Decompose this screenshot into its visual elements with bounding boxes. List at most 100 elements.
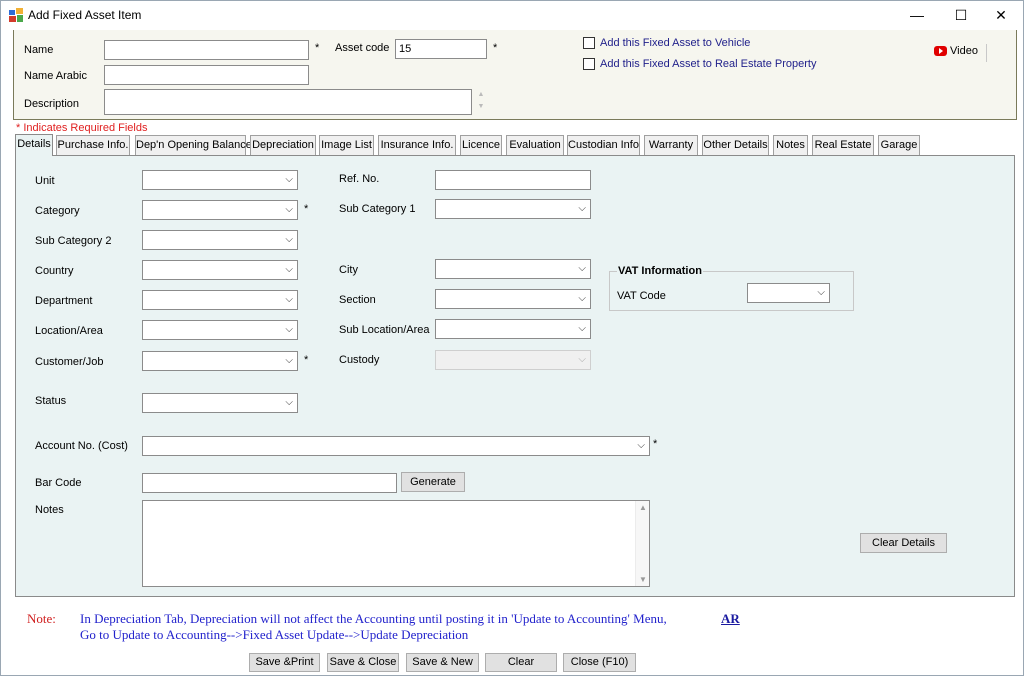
required-star: * <box>304 354 309 366</box>
generate-button[interactable]: Generate <box>401 472 465 492</box>
close-button[interactable]: Close (F10) <box>563 653 636 672</box>
add-to-real-estate-label[interactable]: Add this Fixed Asset to Real Estate Prop… <box>600 58 816 70</box>
section-label: Section <box>339 294 376 306</box>
tab-garage[interactable]: Garage <box>878 135 920 155</box>
name-arabic-field[interactable] <box>104 65 309 85</box>
tab-notes[interactable]: Notes <box>773 135 808 155</box>
account-no-cost-label: Account No. (Cost) <box>35 440 128 452</box>
notes-textarea[interactable]: ▲ ▼ <box>142 500 650 587</box>
chevron-down-icon: ⌵ <box>817 287 825 298</box>
unit-dropdown[interactable]: ⌵ <box>142 170 298 190</box>
category-label: Category <box>35 205 80 217</box>
custody-label: Custody <box>339 354 380 366</box>
chevron-down-icon: ⌵ <box>578 323 586 334</box>
note-line-2: Go to Update to Accounting-->Fixed Asset… <box>80 627 469 642</box>
tab-depn-opening-balance[interactable]: Dep'n Opening Balance <box>135 135 252 155</box>
notes-scrollbar[interactable]: ▲ ▼ <box>635 501 649 586</box>
chevron-down-icon: ⌵ <box>285 234 293 245</box>
chevron-down-icon: ⌵ <box>285 324 293 335</box>
divider <box>986 44 987 62</box>
real-estate-checkbox[interactable] <box>583 58 595 70</box>
custody-dropdown: ⌵ <box>435 350 591 370</box>
tab-other-details[interactable]: Other Details <box>702 135 769 155</box>
customer-job-label: Customer/Job <box>35 356 104 368</box>
window-title: Add Fixed Asset Item <box>28 8 142 22</box>
chevron-down-icon: ⌵ <box>578 203 586 214</box>
clear-details-button[interactable]: Clear Details <box>860 533 947 553</box>
note-line-1: In Depreciation Tab, Depreciation will n… <box>80 611 667 626</box>
app-icon <box>9 8 23 22</box>
country-dropdown[interactable]: ⌵ <box>142 260 298 280</box>
department-label: Department <box>35 295 93 307</box>
save-print-button[interactable]: Save &Print <box>249 653 320 672</box>
vat-code-dropdown[interactable]: ⌵ <box>747 283 830 303</box>
account-no-cost-dropdown[interactable]: ⌵ <box>142 436 650 456</box>
name-field[interactable] <box>104 40 309 60</box>
tab-real-estate[interactable]: Real Estate <box>812 135 874 155</box>
asset-code-label: Asset code <box>335 42 390 54</box>
save-close-button[interactable]: Save & Close <box>327 653 399 672</box>
chevron-down-icon: ⌵ <box>285 204 293 215</box>
tab-custodian-info[interactable]: Custodian Info <box>567 135 640 155</box>
tab-purchase-info[interactable]: Purchase Info. <box>56 135 130 155</box>
note-label: Note: <box>27 611 56 626</box>
sub-location-area-dropdown[interactable]: ⌵ <box>435 319 591 339</box>
ref-no-field[interactable] <box>435 170 591 190</box>
tab-evaluation[interactable]: Evaluation <box>506 135 564 155</box>
chevron-down-icon: ⌵ <box>285 174 293 185</box>
customer-job-dropdown[interactable]: ⌵ <box>142 351 298 371</box>
required-star: * <box>304 203 309 215</box>
close-window-button[interactable]: ✕ <box>978 0 1024 30</box>
chevron-down-icon: ⌵ <box>637 440 645 451</box>
tab-depreciation[interactable]: Depreciation <box>250 135 316 155</box>
location-area-dropdown[interactable]: ⌵ <box>142 320 298 340</box>
country-label: Country <box>35 265 74 277</box>
tab-details[interactable]: Details <box>15 134 53 156</box>
tab-warranty[interactable]: Warranty <box>644 135 698 155</box>
ar-language-link[interactable]: AR <box>721 611 740 627</box>
name-arabic-label: Name Arabic <box>24 70 87 82</box>
required-fields-note: * Indicates Required Fields <box>16 122 148 134</box>
vat-code-label: VAT Code <box>617 290 666 302</box>
description-scroll[interactable]: ▲ ▼ <box>475 89 487 115</box>
youtube-icon[interactable] <box>934 46 947 56</box>
video-link[interactable]: Video <box>950 45 978 57</box>
department-dropdown[interactable]: ⌵ <box>142 290 298 310</box>
name-label: Name <box>24 44 54 56</box>
bar-code-label: Bar Code <box>35 477 82 489</box>
section-dropdown[interactable]: ⌵ <box>435 289 591 309</box>
chevron-down-icon: ⌵ <box>285 294 293 305</box>
chevron-down-icon: ⌵ <box>285 397 293 408</box>
chevron-down-icon: ⌵ <box>285 355 293 366</box>
vehicle-checkbox[interactable] <box>583 37 595 49</box>
tab-insurance-info[interactable]: Insurance Info. <box>378 135 456 155</box>
notes-label: Notes <box>35 504 64 516</box>
status-dropdown[interactable]: ⌵ <box>142 393 298 413</box>
bar-code-field[interactable] <box>142 473 397 493</box>
description-field[interactable] <box>104 89 472 115</box>
sub-location-area-label: Sub Location/Area <box>339 324 430 336</box>
ref-no-label: Ref. No. <box>339 173 380 185</box>
sub-category-2-dropdown[interactable]: ⌵ <box>142 230 298 250</box>
title-bar <box>0 0 1024 30</box>
chevron-down-icon: ⌵ <box>578 263 586 274</box>
location-area-label: Location/Area <box>35 325 103 337</box>
city-dropdown[interactable]: ⌵ <box>435 259 591 279</box>
tab-image-list[interactable]: Image List <box>319 135 374 155</box>
sub-category-2-label: Sub Category 2 <box>35 235 112 247</box>
chevron-down-icon: ⌵ <box>578 293 586 304</box>
chevron-down-icon: ⌵ <box>578 354 586 365</box>
required-star: * <box>315 42 320 54</box>
save-new-button[interactable]: Save & New <box>406 653 479 672</box>
minimize-button[interactable]: — <box>894 0 940 30</box>
asset-code-field[interactable]: 15 <box>395 39 487 59</box>
description-label: Description <box>24 98 80 110</box>
add-to-vehicle-label[interactable]: Add this Fixed Asset to Vehicle <box>600 37 750 49</box>
clear-button[interactable]: Clear <box>485 653 557 672</box>
tab-licence[interactable]: Licence <box>460 135 502 155</box>
sub-category-1-label: Sub Category 1 <box>339 203 416 215</box>
chevron-down-icon: ⌵ <box>285 264 293 275</box>
sub-category-1-dropdown[interactable]: ⌵ <box>435 199 591 219</box>
required-star: * <box>493 42 498 54</box>
category-dropdown[interactable]: ⌵ <box>142 200 298 220</box>
